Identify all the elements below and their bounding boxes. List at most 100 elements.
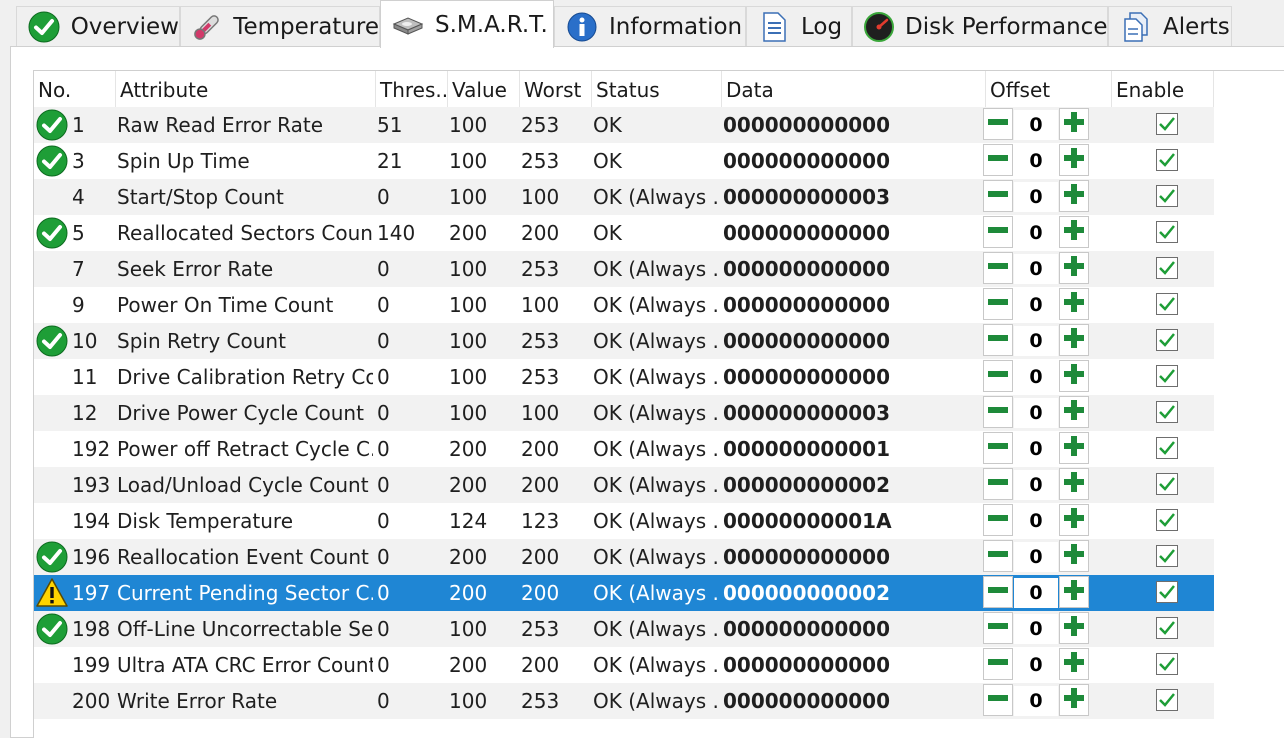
table-row[interactable]: 196 Reallocation Event Count 0 200 200 OK (Al… — [34, 539, 1214, 575]
table-row[interactable]: 192 Power off Retract Cycle C... 0 200 200 OK… — [34, 431, 1214, 467]
table-row[interactable]: 5 Reallocated Sectors Count 140 200 200 OK 000… — [34, 215, 1214, 251]
enable-checkbox[interactable] — [1156, 617, 1178, 639]
increment-button[interactable] — [1059, 432, 1089, 464]
enable-checkbox[interactable] — [1156, 401, 1178, 423]
enable-checkbox[interactable] — [1156, 581, 1178, 603]
decrement-button[interactable] — [983, 648, 1013, 680]
offset-value[interactable]: 0 — [1014, 578, 1058, 608]
enable-checkbox[interactable] — [1156, 113, 1178, 135]
column-header-worst[interactable]: Worst — [520, 71, 592, 107]
offset-stepper[interactable]: 0 — [983, 108, 1091, 142]
offset-stepper[interactable]: 0 — [983, 576, 1091, 610]
increment-button[interactable] — [1059, 396, 1089, 428]
enable-checkbox[interactable] — [1156, 545, 1178, 567]
tab-temperature[interactable]: Temperature — [180, 6, 380, 46]
enable-checkbox[interactable] — [1156, 293, 1178, 315]
enable-checkbox[interactable] — [1156, 257, 1178, 279]
column-header-no[interactable]: No. — [34, 71, 116, 107]
column-header-status[interactable]: Status — [592, 71, 722, 107]
decrement-button[interactable] — [983, 144, 1013, 176]
decrement-button[interactable] — [983, 576, 1013, 608]
decrement-button[interactable] — [983, 252, 1013, 284]
table-row[interactable]: 9 Power On Time Count 0 100 100 OK (Always ..… — [34, 287, 1214, 323]
enable-checkbox[interactable] — [1156, 689, 1178, 711]
table-row[interactable]: 198 Off-Line Uncorrectable Se... 0 100 253 OK… — [34, 611, 1214, 647]
offset-stepper[interactable]: 0 — [983, 396, 1091, 430]
offset-value[interactable]: 0 — [1014, 542, 1058, 572]
offset-stepper[interactable]: 0 — [983, 612, 1091, 646]
table-row[interactable]: 10 Spin Retry Count 0 100 253 OK (Always ... 0… — [34, 323, 1214, 359]
offset-stepper[interactable]: 0 — [983, 252, 1091, 286]
decrement-button[interactable] — [983, 216, 1013, 248]
increment-button[interactable] — [1059, 504, 1089, 536]
decrement-button[interactable] — [983, 396, 1013, 428]
increment-button[interactable] — [1059, 216, 1089, 248]
tab-overview[interactable]: Overview — [16, 6, 180, 46]
table-row[interactable]: 7 Seek Error Rate 0 100 253 OK (Always ... 000… — [34, 251, 1214, 287]
offset-value[interactable]: 0 — [1014, 326, 1058, 356]
decrement-button[interactable] — [983, 108, 1013, 140]
column-header-attribute[interactable]: Attribute — [116, 71, 376, 107]
increment-button[interactable] — [1059, 468, 1089, 500]
column-header-offset[interactable]: Offset — [986, 71, 1112, 107]
decrement-button[interactable] — [983, 468, 1013, 500]
increment-button[interactable] — [1059, 360, 1089, 392]
enable-checkbox[interactable] — [1156, 149, 1178, 171]
decrement-button[interactable] — [983, 504, 1013, 536]
increment-button[interactable] — [1059, 648, 1089, 680]
decrement-button[interactable] — [983, 288, 1013, 320]
tab-smart[interactable]: S.M.A.R.T. — [380, 0, 554, 48]
decrement-button[interactable] — [983, 432, 1013, 464]
increment-button[interactable] — [1059, 180, 1089, 212]
offset-value[interactable]: 0 — [1014, 614, 1058, 644]
decrement-button[interactable] — [983, 684, 1013, 716]
tab-disk-performance[interactable]: Disk Performance — [852, 6, 1108, 46]
table-row[interactable]: 199 Ultra ATA CRC Error Count 0 200 200 OK (A… — [34, 647, 1214, 683]
column-header-enable[interactable]: Enable — [1112, 71, 1214, 107]
offset-stepper[interactable]: 0 — [983, 360, 1091, 394]
offset-stepper[interactable]: 0 — [983, 216, 1091, 250]
offset-value[interactable]: 0 — [1014, 290, 1058, 320]
tab-log[interactable]: Log — [746, 6, 852, 46]
offset-stepper[interactable]: 0 — [983, 504, 1091, 538]
table-row[interactable]: 11 Drive Calibration Retry Co... 0 100 253 OK… — [34, 359, 1214, 395]
decrement-button[interactable] — [983, 324, 1013, 356]
offset-value[interactable]: 0 — [1014, 254, 1058, 284]
column-header-threshold[interactable]: Thres... — [376, 71, 448, 107]
offset-value[interactable]: 0 — [1014, 110, 1058, 140]
increment-button[interactable] — [1059, 108, 1089, 140]
offset-value[interactable]: 0 — [1014, 650, 1058, 680]
enable-checkbox[interactable] — [1156, 329, 1178, 351]
table-row[interactable]: 3 Spin Up Time 21 100 253 OK 000000000000 0 — [34, 143, 1214, 179]
increment-button[interactable] — [1059, 576, 1089, 608]
offset-stepper[interactable]: 0 — [983, 144, 1091, 178]
offset-value[interactable]: 0 — [1014, 182, 1058, 212]
offset-value[interactable]: 0 — [1014, 470, 1058, 500]
offset-value[interactable]: 0 — [1014, 506, 1058, 536]
offset-stepper[interactable]: 0 — [983, 288, 1091, 322]
tab-alerts[interactable]: Alerts — [1108, 6, 1232, 46]
enable-checkbox[interactable] — [1156, 473, 1178, 495]
tab-information[interactable]: Information — [554, 6, 746, 46]
column-header-data[interactable]: Data — [722, 71, 986, 107]
increment-button[interactable] — [1059, 612, 1089, 644]
enable-checkbox[interactable] — [1156, 509, 1178, 531]
decrement-button[interactable] — [983, 360, 1013, 392]
enable-checkbox[interactable] — [1156, 221, 1178, 243]
table-row[interactable]: 193 Load/Unload Cycle Count 0 200 200 OK (Alw… — [34, 467, 1214, 503]
decrement-button[interactable] — [983, 612, 1013, 644]
column-header-value[interactable]: Value — [448, 71, 520, 107]
offset-stepper[interactable]: 0 — [983, 324, 1091, 358]
offset-stepper[interactable]: 0 — [983, 468, 1091, 502]
increment-button[interactable] — [1059, 144, 1089, 176]
table-row[interactable]: 12 Drive Power Cycle Count 0 100 100 OK (Alwa… — [34, 395, 1214, 431]
offset-stepper[interactable]: 0 — [983, 432, 1091, 466]
table-row[interactable]: 200 Write Error Rate 0 100 253 OK (Always ...… — [34, 683, 1214, 719]
enable-checkbox[interactable] — [1156, 653, 1178, 675]
offset-value[interactable]: 0 — [1014, 686, 1058, 716]
table-row[interactable]: 197 Current Pending Sector C... 0 200 200 OK … — [34, 575, 1214, 611]
offset-value[interactable]: 0 — [1014, 398, 1058, 428]
offset-stepper[interactable]: 0 — [983, 180, 1091, 214]
increment-button[interactable] — [1059, 252, 1089, 284]
offset-value[interactable]: 0 — [1014, 434, 1058, 464]
